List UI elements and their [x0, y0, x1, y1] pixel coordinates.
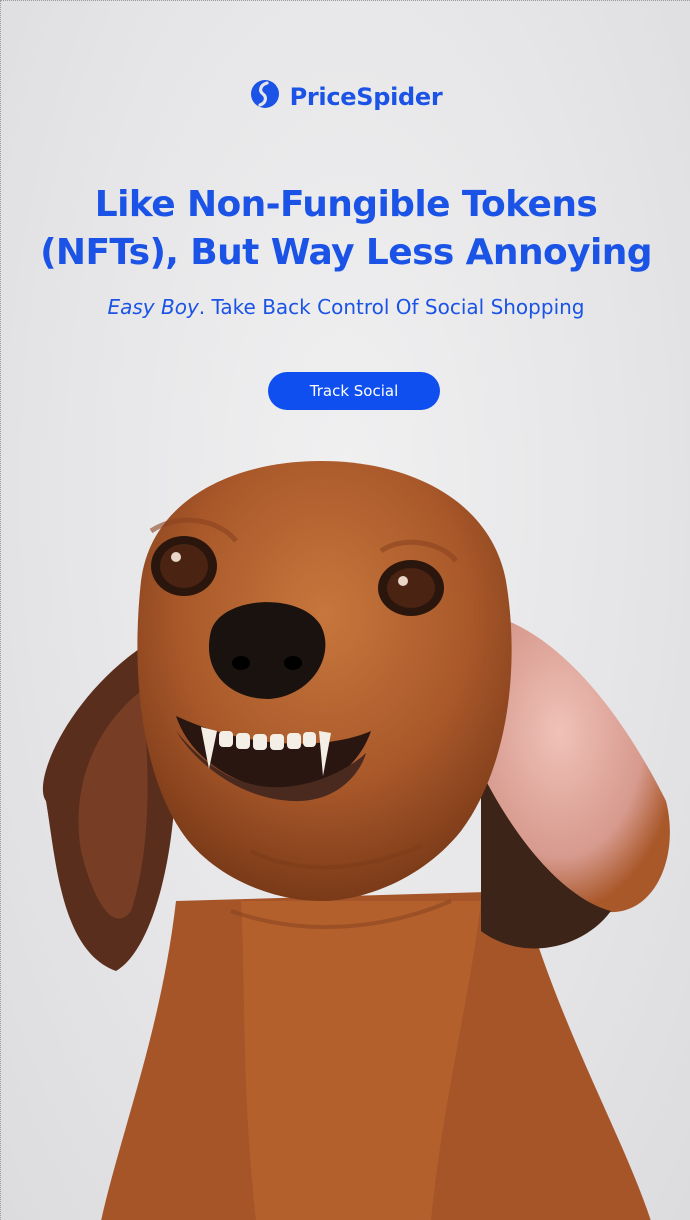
subheadline: Easy Boy. Take Back Control Of Social Sh… [1, 295, 690, 319]
brand-logo[interactable]: PriceSpider [1, 79, 690, 114]
headline-line-2: (NFTs), But Way Less Annoying [40, 232, 652, 273]
track-social-button[interactable]: Track Social [268, 372, 440, 410]
pricespider-logo-icon [250, 79, 280, 114]
headline: Like Non-Fungible Tokens (NFTs), But Way… [31, 181, 661, 277]
subheadline-text: . Take Back Control Of Social Shopping [198, 295, 585, 319]
snarling-dachshund-photo [42, 461, 670, 1220]
ad-banner: PriceSpider Like Non-Fungible Tokens (NF… [0, 0, 690, 1220]
brand-name: PriceSpider [289, 82, 443, 111]
headline-line-1: Like Non-Fungible Tokens [94, 184, 598, 225]
subheadline-emphasis: Easy Boy [107, 295, 199, 319]
